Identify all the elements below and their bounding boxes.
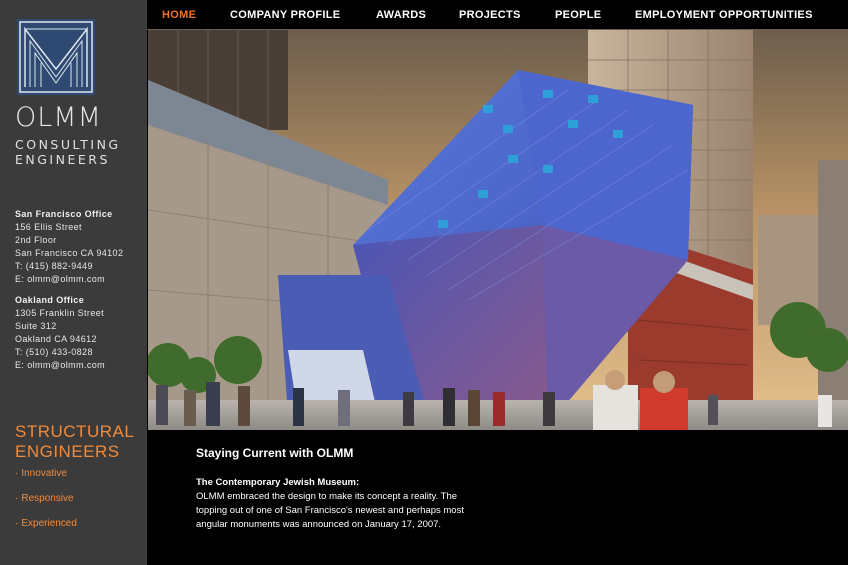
office-oak-name: Oakland Office [15,295,85,305]
main-nav: HOME COMPANY PROFILE AWARDS PROJECTS PEO… [147,0,848,30]
office-sf-name: San Francisco Office [15,209,113,219]
office-sf-phone: T: (415) 882-9449 [15,261,93,271]
tagline-item-label: Responsive [21,493,74,504]
olmm-logo[interactable] [17,19,95,95]
office-sf: San Francisco Office 156 Ellis Street 2n… [15,208,123,286]
office-oak-phone: T: (510) 433-0828 [15,347,93,357]
bullet-icon: · [15,493,19,504]
nav-home[interactable]: HOME [162,9,196,21]
office-sf-floor: 2nd Floor [15,235,57,245]
tagline-item-innovative: · Innovative [15,468,67,479]
office-sf-city: San Francisco CA 94102 [15,248,124,258]
nav-awards[interactable]: AWARDS [376,9,426,21]
tagline-item-label: Experienced [21,518,77,529]
office-oakland: Oakland Office 1305 Franklin Street Suit… [15,294,105,372]
office-oak-email[interactable]: E: olmm@olmm.com [15,359,105,372]
tagline-line2: ENGINEERS [15,442,120,461]
museum-illustration [148,30,848,430]
bullet-icon: · [15,468,19,479]
nav-projects[interactable]: PROJECTS [459,9,521,21]
tagline-title: STRUCTURAL ENGINEERS [15,422,134,462]
office-oak-city: Oakland CA 94612 [15,334,97,344]
brand-name: OLMM [15,102,102,133]
article-title[interactable]: The Contemporary Jewish Museum: [196,477,486,488]
office-oak-suite: Suite 312 [15,321,57,331]
bullet-icon: · [15,518,19,529]
tagline-item-label: Innovative [21,468,67,479]
brand-subtitle: CONSULTING ENGINEERS [15,137,121,167]
tagline-item-responsive: · Responsive [15,493,74,504]
tagline-line1: STRUCTURAL [15,422,135,441]
nav-company-profile[interactable]: COMPANY PROFILE [230,9,340,21]
hero-image [148,30,848,430]
nav-employment-opportunities[interactable]: EMPLOYMENT OPPORTUNITIES [635,9,813,21]
news-heading: Staying Current with OLMM [196,446,354,460]
tagline-item-experienced: · Experienced [15,518,77,529]
news-section: Staying Current with OLMM The Contempora… [196,446,486,530]
article-body: OLMM embraced the design to make its con… [196,491,464,530]
office-sf-street: 156 Ellis Street [15,222,82,232]
office-sf-email[interactable]: E: olmm@olmm.com [15,273,123,286]
nav-people[interactable]: PEOPLE [555,9,601,21]
brand-sub-line2: ENGINEERS [15,152,110,167]
sidebar: OLMM CONSULTING ENGINEERS San Francisco … [0,0,147,565]
brand-sub-line1: CONSULTING [15,137,121,152]
office-oak-street: 1305 Franklin Street [15,308,105,318]
